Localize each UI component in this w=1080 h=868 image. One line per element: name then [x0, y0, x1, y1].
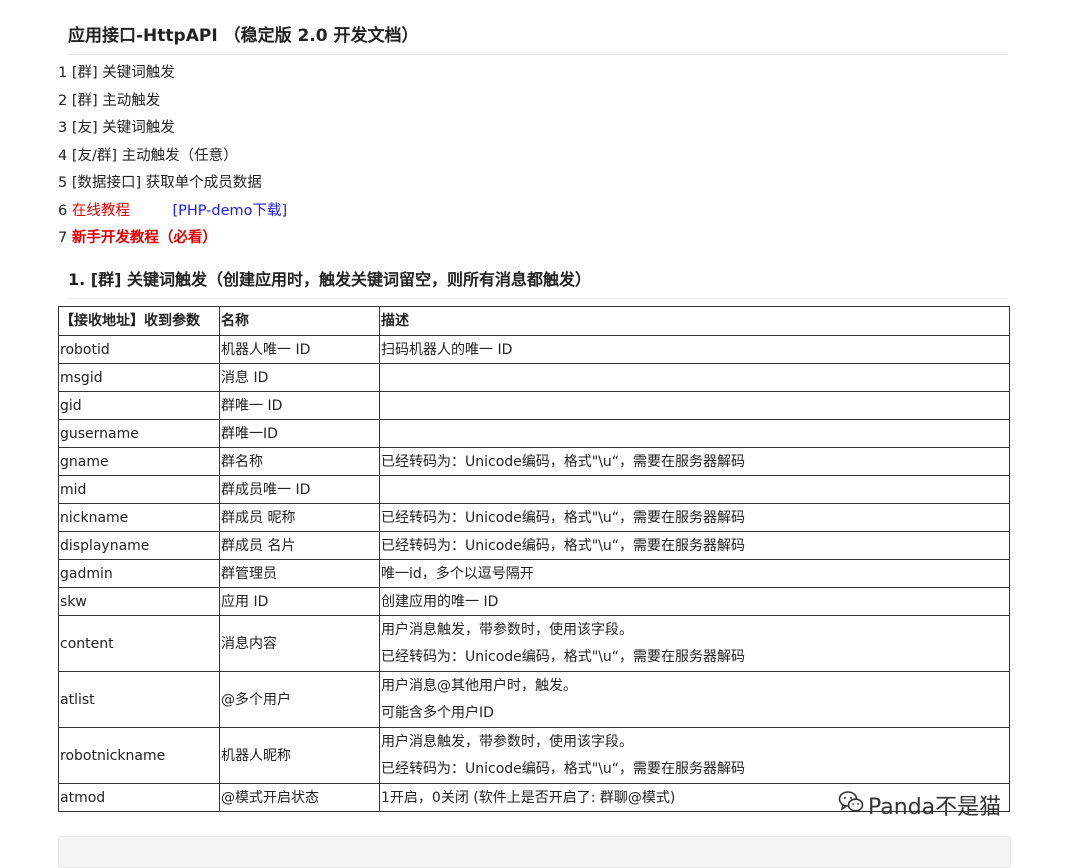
table-row: mid 群成员唯一 ID [58, 475, 1010, 504]
desc-cell: 用户消息@其他用户时，触发。 可能含多个用户ID [379, 671, 1010, 728]
toc-item[interactable]: 4 [友/群] 主动触发（任意） [58, 146, 287, 174]
table-row: msgid 消息 ID [58, 363, 1010, 392]
toc-link[interactable]: [群] 关键词触发 [72, 65, 175, 81]
code-block [58, 836, 1011, 868]
name-cell: 群管理员 [219, 559, 380, 588]
name-cell: 群唯一 ID [219, 391, 380, 420]
name-cell: 群唯一ID [219, 419, 380, 448]
name-cell: 消息内容 [219, 615, 380, 672]
table-row: content 消息内容 用户消息触发，带参数时，使用该字段。 已经转码为：Un… [58, 615, 1010, 672]
table-row: atlist @多个用户 用户消息@其他用户时，触发。 可能含多个用户ID [58, 671, 1010, 728]
toc-link[interactable]: [友/群] 主动触发（任意） [72, 148, 238, 164]
param-cell: atmod [58, 783, 220, 812]
watermark-text: Panda不是猫 [868, 795, 1002, 820]
param-cell: content [58, 615, 220, 672]
toc-number: 2 [58, 92, 68, 109]
param-cell: mid [58, 475, 220, 504]
toc-number: 7 [58, 230, 68, 246]
header-desc: 描述 [379, 306, 1010, 336]
desc-cell: 已经转码为：Unicode编码，格式"\u“，需要在服务器解码 [379, 447, 1010, 476]
param-cell: msgid [58, 363, 220, 392]
toc-item[interactable]: 1 [群] 关键词触发 [58, 63, 287, 91]
desc-cell: 扫码机器人的唯一 ID [379, 335, 1010, 364]
param-cell: robotid [58, 335, 220, 364]
wechat-icon [838, 790, 864, 820]
desc-cell: 用户消息触发，带参数时，使用该字段。 已经转码为：Unicode编码，格式"\u… [379, 615, 1010, 672]
table-row: gname 群名称 已经转码为：Unicode编码，格式"\u“，需要在服务器解… [58, 447, 1010, 476]
table-row: nickname 群成员 昵称 已经转码为：Unicode编码，格式"\u“，需… [58, 503, 1010, 532]
desc-line: 用户消息@其他用户时，触发。 [381, 677, 577, 694]
name-cell: @模式开启状态 [219, 783, 380, 812]
toc-number: 6 [58, 202, 68, 219]
desc-cell [379, 419, 1010, 448]
name-cell: 群成员 名片 [219, 531, 380, 560]
toc-item[interactable]: 3 [友] 关键词触发 [58, 118, 287, 146]
parameter-table: 【接收地址】收到参数 名称 描述 robotid 机器人唯一 ID 扫码机器人的… [58, 306, 1010, 812]
table-of-contents: 1 [群] 关键词触发 2 [群] 主动触发 3 [友] 关键词触发 4 [友/… [58, 63, 287, 256]
toc-item[interactable]: 5 [数据接口] 获取单个成员数据 [58, 173, 287, 201]
toc-link[interactable]: [群] 主动触发 [72, 93, 160, 109]
page-title: 应用接口-HttpAPI （稳定版 2.0 开发文档） [68, 21, 1008, 55]
table-row: robotnickname 机器人昵称 用户消息触发，带参数时，使用该字段。 已… [58, 727, 1010, 784]
name-cell: 消息 ID [219, 363, 380, 392]
desc-cell: 创建应用的唯一 ID [379, 587, 1010, 616]
desc-line: 用户消息触发，带参数时，使用该字段。 [381, 733, 633, 750]
param-cell: gadmin [58, 559, 220, 588]
toc-number: 1 [58, 65, 68, 81]
name-cell: 应用 ID [219, 587, 380, 616]
param-cell: skw [58, 587, 220, 616]
toc-item[interactable]: 6 在线教程 [PHP-demo下载] [58, 201, 287, 229]
desc-line: 可能含多个用户ID [381, 704, 494, 721]
desc-cell [379, 363, 1010, 392]
table-row: robotid 机器人唯一 ID 扫码机器人的唯一 ID [58, 335, 1010, 364]
table-row: gid 群唯一 ID [58, 391, 1010, 420]
online-tutorial-link[interactable]: 在线教程 [72, 203, 130, 219]
param-cell: robotnickname [58, 727, 220, 784]
param-cell: nickname [58, 503, 220, 532]
table-row: gadmin 群管理员 唯一id，多个以逗号隔开 [58, 559, 1010, 588]
name-cell: 群成员唯一 ID [219, 475, 380, 504]
param-cell: atlist [58, 671, 220, 728]
header-name: 名称 [219, 306, 380, 336]
toc-link[interactable]: [友] 关键词触发 [72, 120, 175, 136]
desc-line: 已经转码为：Unicode编码，格式"\u“，需要在服务器解码 [381, 648, 746, 665]
toc-number: 5 [58, 175, 68, 191]
toc-number: 4 [58, 147, 68, 164]
desc-cell: 已经转码为：Unicode编码，格式"\u“，需要在服务器解码 [379, 503, 1010, 532]
watermark: Panda不是猫 [838, 789, 1001, 821]
name-cell: 群名称 [219, 447, 380, 476]
desc-cell: 已经转码为：Unicode编码，格式"\u“，需要在服务器解码 [379, 531, 1010, 560]
toc-item[interactable]: 7 新手开发教程（必看） [58, 228, 287, 256]
beginner-tutorial-link[interactable]: 新手开发教程（必看） [72, 230, 217, 246]
param-cell: gname [58, 447, 220, 476]
table-row: gusername 群唯一ID [58, 419, 1010, 448]
desc-cell [379, 391, 1010, 420]
desc-cell [379, 475, 1010, 504]
param-cell: gusername [58, 419, 220, 448]
name-cell: 机器人唯一 ID [219, 335, 380, 364]
name-cell: 群成员 昵称 [219, 503, 380, 532]
table-header-row: 【接收地址】收到参数 名称 描述 [58, 306, 1010, 336]
header-param: 【接收地址】收到参数 [58, 306, 220, 336]
toc-item[interactable]: 2 [群] 主动触发 [58, 91, 287, 119]
desc-cell: 唯一id，多个以逗号隔开 [379, 559, 1010, 588]
name-cell: 机器人昵称 [219, 727, 380, 784]
toc-number: 3 [58, 120, 68, 136]
section-heading: 1. [群] 关键词触发（创建应用时，触发关键词留空，则所有消息都触发） [68, 266, 1008, 299]
param-cell: gid [58, 391, 220, 420]
toc-link[interactable]: [数据接口] 获取单个成员数据 [72, 175, 262, 191]
desc-line: 已经转码为：Unicode编码，格式"\u“，需要在服务器解码 [381, 760, 746, 777]
table-row: skw 应用 ID 创建应用的唯一 ID [58, 587, 1010, 616]
desc-line: 用户消息触发，带参数时，使用该字段。 [381, 621, 633, 638]
param-cell: displayname [58, 531, 220, 560]
name-cell: @多个用户 [219, 671, 380, 728]
table-row: displayname 群成员 名片 已经转码为：Unicode编码，格式"\u… [58, 531, 1010, 560]
php-demo-download-link[interactable]: [PHP-demo下载] [172, 203, 287, 219]
desc-cell: 用户消息触发，带参数时，使用该字段。 已经转码为：Unicode编码，格式"\u… [379, 727, 1010, 784]
